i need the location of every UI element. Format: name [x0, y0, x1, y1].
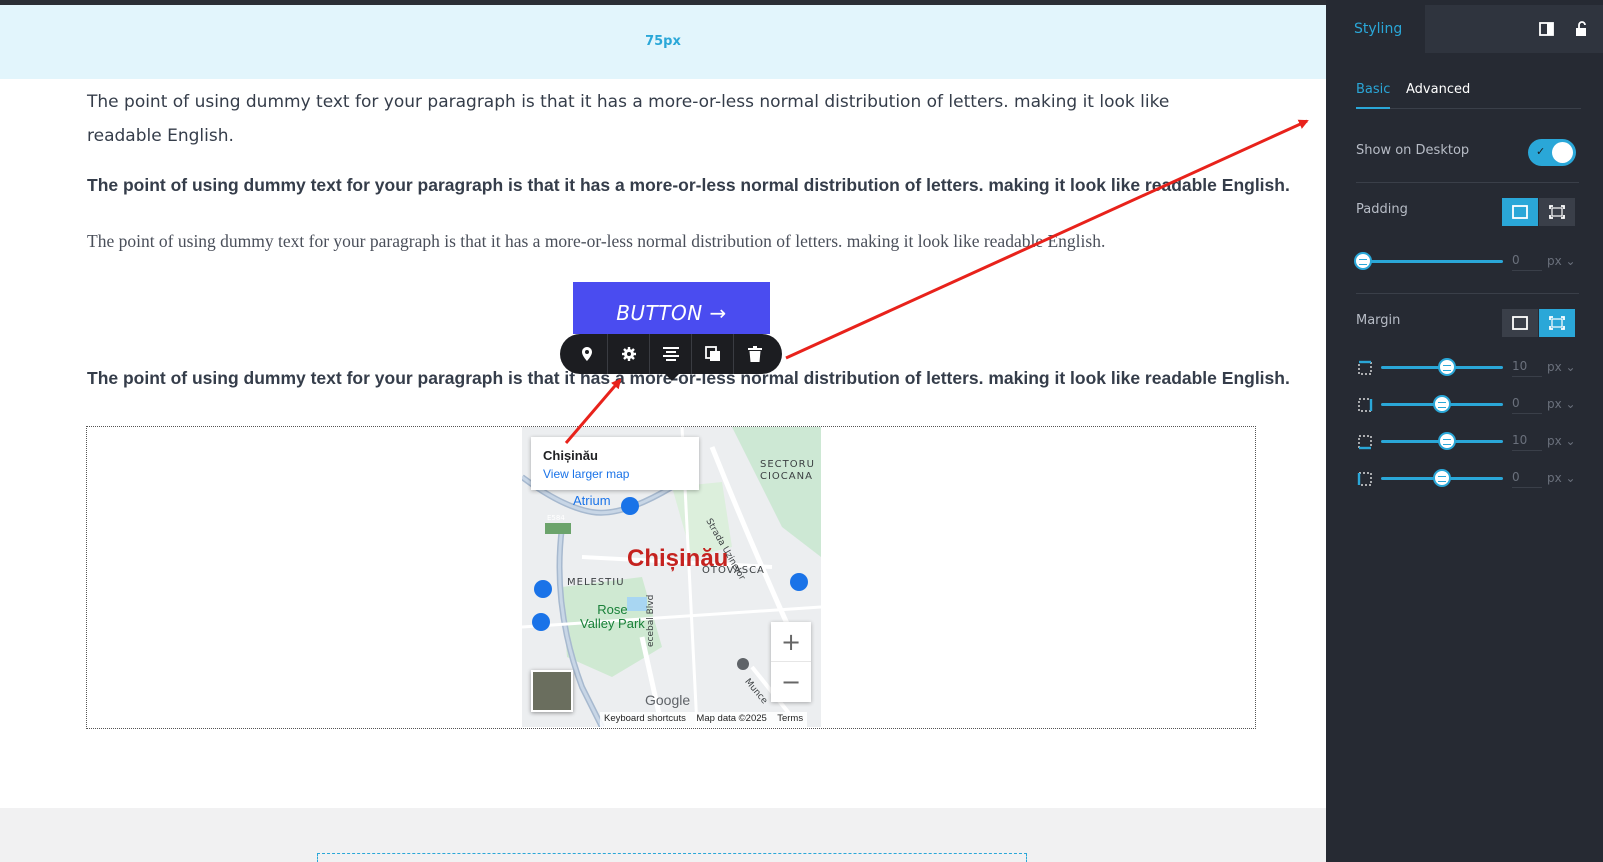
padding-unit: px — [1547, 254, 1562, 268]
map-info-card: Chișinău View larger map — [531, 437, 699, 490]
show-on-desktop-toggle[interactable]: ✓ — [1528, 139, 1576, 166]
cta-button[interactable]: BUTTON → — [573, 282, 770, 334]
margin-unit: px — [1547, 397, 1562, 411]
margin-all-sides-button[interactable] — [1502, 309, 1538, 337]
tab-styling[interactable]: Styling — [1326, 5, 1425, 53]
margin-right-value[interactable]: 0 — [1512, 396, 1542, 414]
terms-link[interactable]: Terms — [777, 713, 803, 724]
margin-top-unit-select[interactable]: px ⌄ — [1547, 360, 1576, 374]
margin-unit: px — [1547, 360, 1562, 374]
panel-divider — [1356, 293, 1579, 294]
zoom-out-button[interactable]: − — [771, 662, 811, 702]
margin-individual-button[interactable] — [1539, 309, 1575, 337]
padding-slider-knob[interactable] — [1354, 252, 1372, 270]
map-park-label: Rose Valley Park — [580, 602, 645, 631]
margin-left-value[interactable]: 0 — [1512, 470, 1542, 488]
panel-header: Styling — [1326, 5, 1603, 53]
align-center-icon[interactable] — [650, 334, 692, 374]
toolbar-pointer — [665, 374, 679, 381]
map-attribution: Keyboard shortcuts Map data ©2025 Terms — [600, 712, 808, 727]
layout-toggle-icon[interactable] — [1539, 21, 1555, 37]
margin-top-slider-knob[interactable] — [1438, 358, 1456, 376]
map-zoom-control: + − — [771, 622, 811, 702]
element-toolbar — [560, 334, 782, 374]
map-street-blvd: ecebal Blvd — [646, 594, 656, 647]
margin-right-icon — [1358, 398, 1373, 412]
spacer-block[interactable]: 75px — [0, 5, 1326, 79]
tab-basic[interactable]: Basic — [1356, 82, 1391, 109]
paragraph-1[interactable]: The point of using dummy text for your p… — [87, 85, 1247, 153]
footer-placeholder-box[interactable] — [317, 853, 1027, 862]
trash-icon[interactable] — [734, 334, 776, 374]
styling-panel: Styling Basic Advanced — [1326, 0, 1603, 862]
map-card-title: Chișinău — [543, 448, 598, 463]
paragraph-2[interactable]: The point of using dummy text for your p… — [87, 175, 1290, 196]
sides-icon — [1549, 316, 1565, 330]
padding-individual-button[interactable] — [1539, 198, 1575, 226]
unlock-icon[interactable] — [1573, 21, 1589, 37]
margin-bottom-icon — [1358, 435, 1372, 450]
margin-unit: px — [1547, 471, 1562, 485]
margin-label: Margin — [1356, 313, 1401, 328]
padding-value[interactable]: 0 — [1512, 253, 1542, 271]
margin-unit: px — [1547, 434, 1562, 448]
map-poi-atrium: Atrium — [573, 493, 611, 508]
map-district-ciocana: SECTORU CIOCANA — [760, 459, 815, 482]
keyboard-shortcuts-link[interactable]: Keyboard shortcuts — [604, 713, 686, 724]
margin-right-slider-knob[interactable] — [1433, 395, 1451, 413]
padding-slider-track[interactable] — [1363, 260, 1503, 263]
margin-top-icon — [1358, 360, 1372, 375]
map-district-melestiu: MELESTIU — [567, 577, 625, 588]
margin-left-slider-knob[interactable] — [1433, 469, 1451, 487]
panel-divider — [1356, 182, 1579, 183]
satellite-toggle[interactable] — [531, 670, 573, 712]
spacer-height-label: 75px — [645, 34, 681, 49]
map-embed[interactable]: Chișinău View larger map Chișinău SECTOR… — [522, 427, 821, 727]
duplicate-icon[interactable] — [692, 334, 734, 374]
margin-left-unit-select[interactable]: px ⌄ — [1547, 471, 1576, 485]
gear-icon[interactable] — [608, 334, 650, 374]
paragraph-3[interactable]: The point of using dummy text for your p… — [87, 231, 1287, 252]
square-icon — [1512, 316, 1528, 330]
margin-left-icon — [1357, 472, 1372, 486]
toggle-knob — [1552, 142, 1573, 163]
map-road-shield: E584 — [547, 514, 565, 522]
margin-top-value[interactable]: 10 — [1512, 359, 1542, 377]
square-icon — [1512, 205, 1528, 219]
view-larger-map-link[interactable]: View larger map — [543, 467, 699, 481]
subtab-bar: Basic Advanced — [1356, 82, 1581, 109]
zoom-in-button[interactable]: + — [771, 622, 811, 662]
location-pin-icon[interactable] — [566, 334, 608, 374]
show-on-desktop-label: Show on Desktop — [1356, 143, 1470, 158]
margin-right-unit-select[interactable]: px ⌄ — [1547, 397, 1576, 411]
map-data-text: Map data ©2025 — [696, 713, 767, 724]
padding-all-sides-button[interactable] — [1502, 198, 1538, 226]
padding-unit-select[interactable]: px ⌄ — [1547, 254, 1576, 268]
margin-bottom-slider-knob[interactable] — [1438, 432, 1456, 450]
margin-bottom-value[interactable]: 10 — [1512, 433, 1542, 451]
padding-label: Padding — [1356, 202, 1408, 217]
margin-bottom-unit-select[interactable]: px ⌄ — [1547, 434, 1576, 448]
google-logo: Google — [645, 692, 691, 708]
check-icon: ✓ — [1536, 145, 1546, 158]
sides-icon — [1549, 205, 1565, 219]
tab-advanced[interactable]: Advanced — [1406, 82, 1470, 97]
